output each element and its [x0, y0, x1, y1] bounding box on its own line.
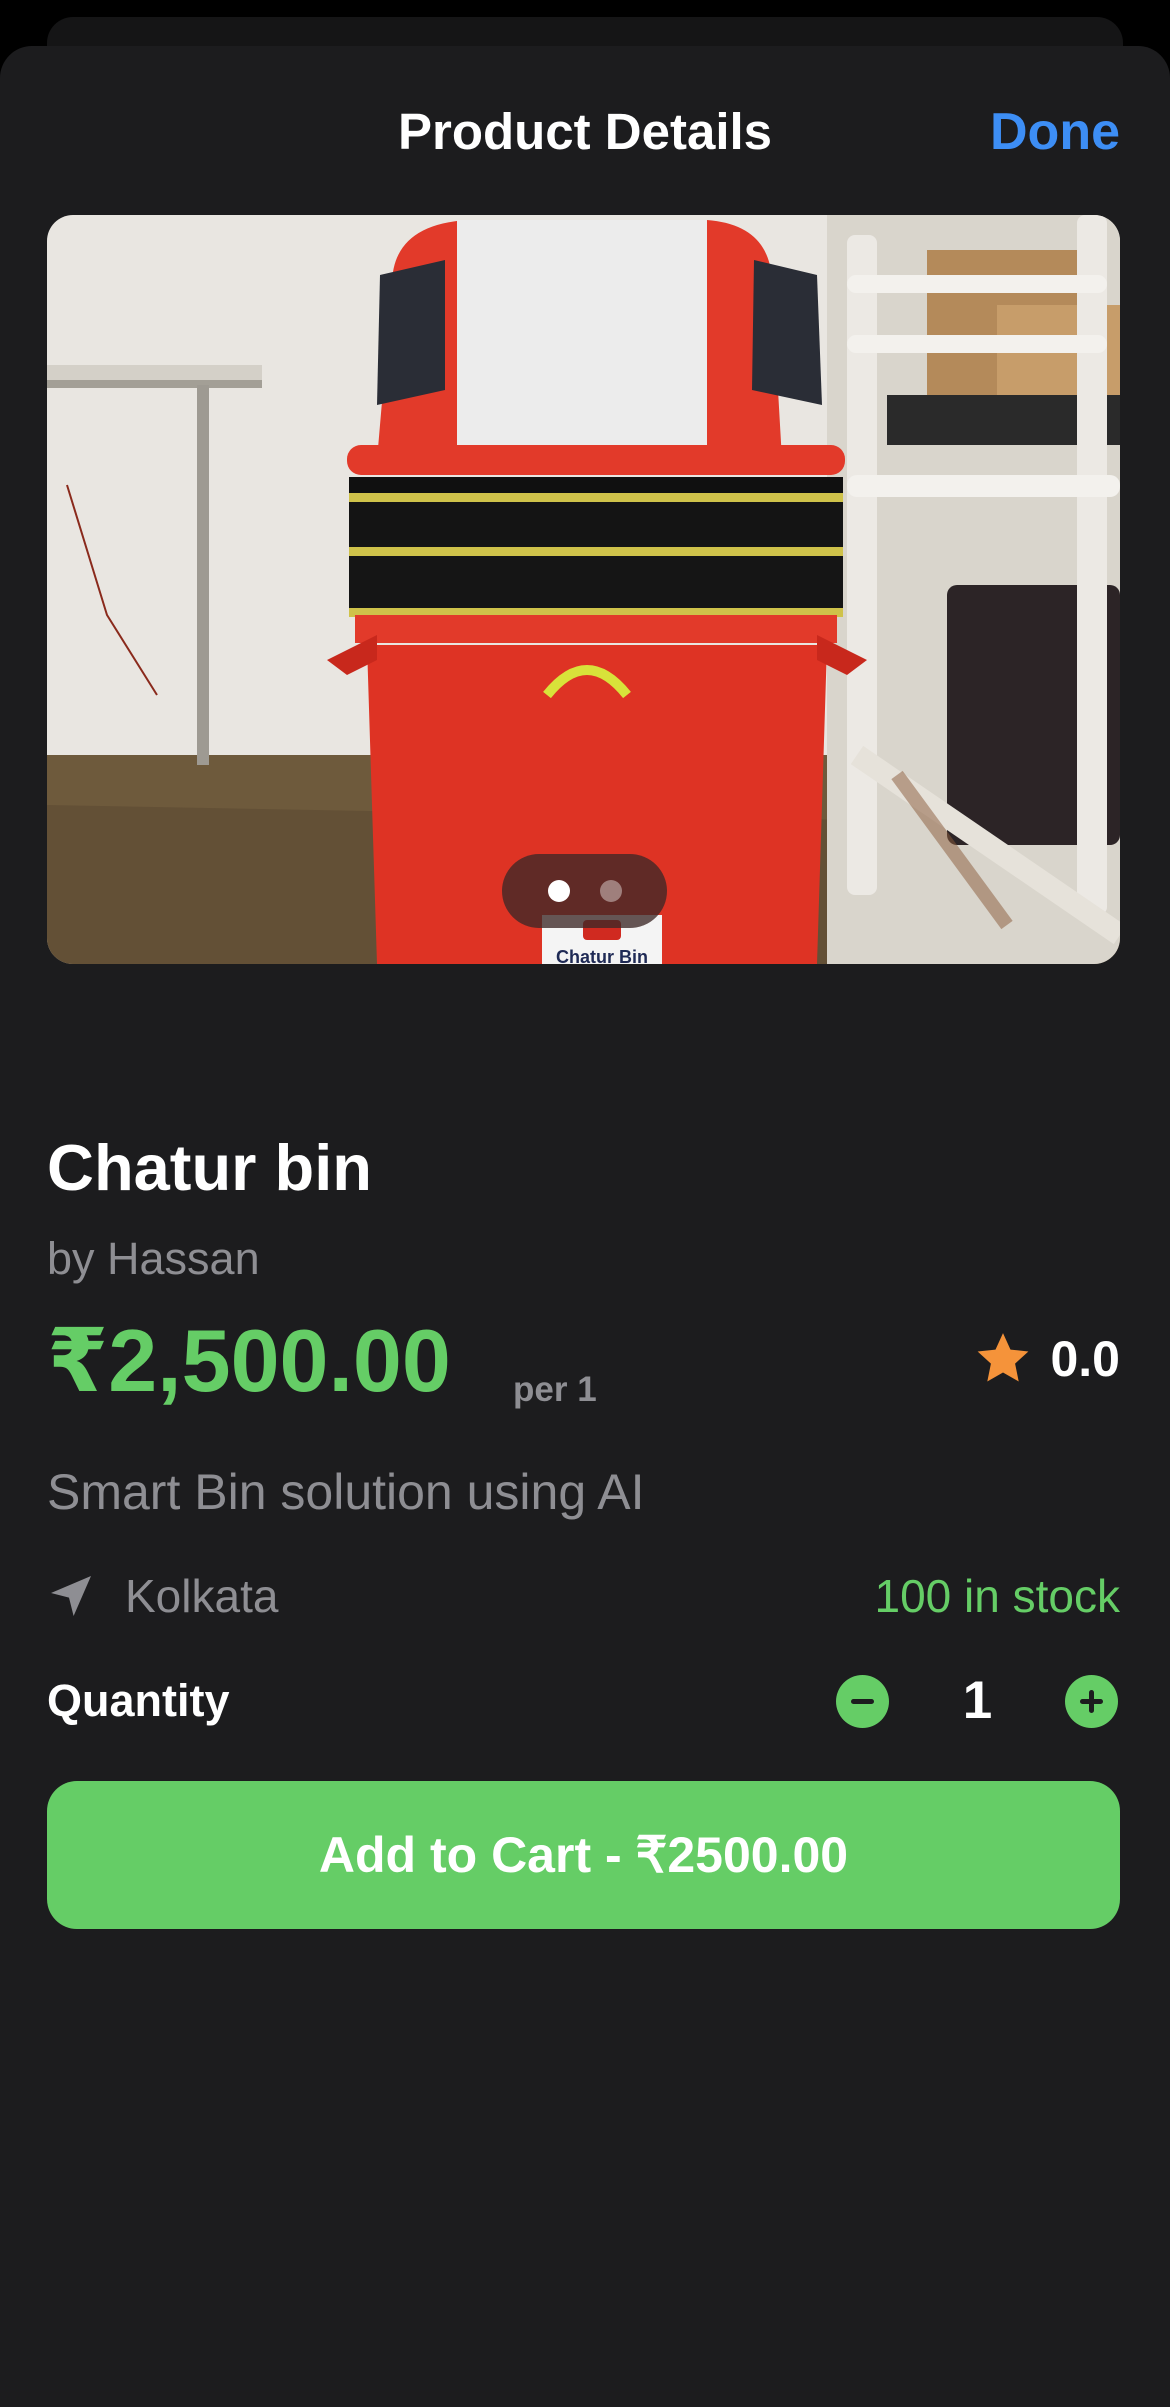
stock-status: 100 in stock: [874, 1570, 1120, 1622]
star-icon: [978, 1333, 1029, 1382]
seller-name: by Hassan: [47, 1233, 260, 1284]
rating: 0.0: [974, 1329, 1120, 1389]
product-photo: Chatur Bin: [47, 215, 1120, 964]
price-unit: per 1: [513, 1370, 597, 1409]
page-dot-2[interactable]: [599, 880, 622, 902]
page-indicator[interactable]: [502, 854, 667, 928]
minus-circle-icon: [851, 1699, 874, 1704]
quantity-label: Quantity: [47, 1675, 230, 1726]
location-text: Kolkata: [125, 1570, 279, 1622]
increase-quantity-button[interactable]: [1065, 1675, 1118, 1728]
product-details-sheet: Product Details Done Chatur Bin Chatur b…: [0, 46, 1170, 2407]
photo-label-text: Chatur Bin: [556, 947, 648, 964]
decrease-quantity-button[interactable]: [836, 1675, 889, 1728]
done-button[interactable]: Done: [990, 101, 1120, 163]
location-row: Kolkata: [47, 1568, 278, 1624]
product-description: Smart Bin solution using AI: [47, 1464, 645, 1520]
product-image-carousel[interactable]: Chatur Bin: [47, 215, 1120, 964]
plus-circle-icon: [1080, 1690, 1103, 1713]
product-name: Chatur bin: [47, 1131, 372, 1204]
add-to-cart-button[interactable]: Add to Cart - ₹2500.00: [47, 1781, 1120, 1929]
quantity-value: 1: [962, 1671, 993, 1730]
page-dot-1[interactable]: [547, 880, 570, 902]
product-price: ₹2,500.00: [47, 1311, 451, 1410]
location-arrow-icon: [51, 1576, 91, 1616]
rating-value: 0.0: [1050, 1331, 1120, 1387]
